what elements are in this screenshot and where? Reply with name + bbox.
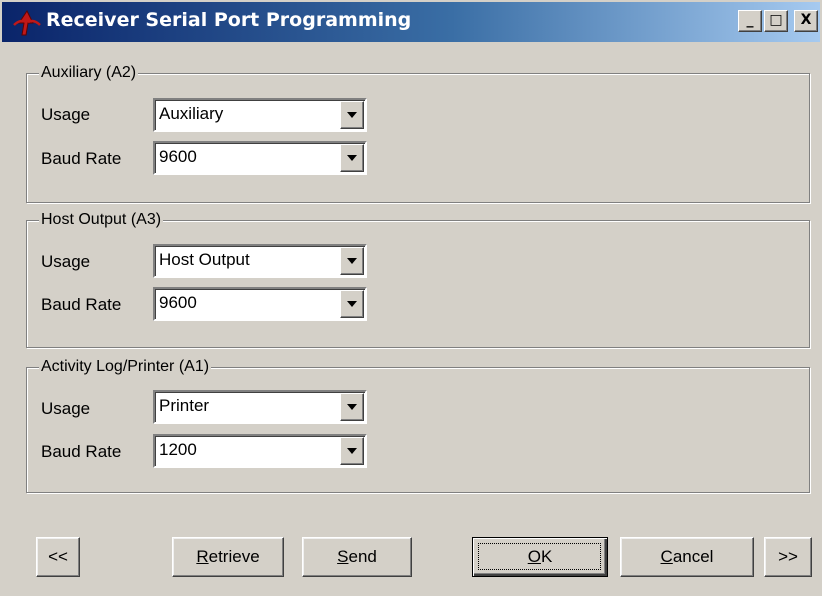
cancel-button[interactable]: Cancel <box>620 537 754 577</box>
previous-button[interactable]: << <box>36 537 80 577</box>
close-icon: X <box>800 12 812 28</box>
baud-rate-select[interactable]: 1200 <box>153 434 367 468</box>
cancel-label: ancel <box>672 547 714 566</box>
title-bar[interactable]: Receiver Serial Port Programming _ □ X <box>2 2 820 42</box>
group-title: Activity Log/Printer (A1) <box>39 357 212 377</box>
dropdown-button[interactable] <box>340 101 364 129</box>
send-label: end <box>348 547 377 566</box>
close-button[interactable]: X <box>794 10 818 32</box>
maximize-icon: □ <box>769 12 783 28</box>
ok-label: K <box>540 547 553 566</box>
baud-rate-select[interactable]: 9600 <box>153 287 367 321</box>
chevron-down-icon <box>347 301 357 307</box>
cancel-accel: C <box>660 547 673 566</box>
minimize-icon: _ <box>746 12 754 28</box>
send-button[interactable]: Send <box>302 537 412 577</box>
baud-rate-value: 1200 <box>159 440 197 459</box>
window-title: Receiver Serial Port Programming <box>46 9 412 31</box>
baud-rate-value: 9600 <box>159 147 197 166</box>
minimize-button[interactable]: _ <box>738 10 762 32</box>
usage-value: Auxiliary <box>159 104 224 123</box>
dropdown-button[interactable] <box>340 393 364 421</box>
ok-button[interactable]: OK <box>472 537 608 577</box>
group-activity-log-printer: Activity Log/Printer (A1) Usage Printer … <box>26 357 810 493</box>
receiver-app-icon <box>13 10 41 36</box>
previous-label: << <box>48 547 68 566</box>
baud-rate-label: Baud Rate <box>41 442 122 461</box>
group-title: Auxiliary (A2) <box>39 63 139 83</box>
next-label: >> <box>778 547 798 566</box>
dropdown-button[interactable] <box>340 247 364 275</box>
usage-select[interactable]: Printer <box>153 390 367 424</box>
usage-value: Printer <box>159 396 210 415</box>
baud-rate-label: Baud Rate <box>41 295 122 314</box>
next-button[interactable]: >> <box>764 537 812 577</box>
usage-select[interactable]: Host Output <box>153 244 367 278</box>
group-auxiliary: Auxiliary (A2) Usage Auxiliary Baud Rate… <box>26 63 810 203</box>
ok-accel: O <box>527 547 541 566</box>
retrieve-accel: R <box>196 547 209 566</box>
maximize-button[interactable]: □ <box>764 10 788 32</box>
baud-rate-value: 9600 <box>159 293 197 312</box>
baud-rate-label: Baud Rate <box>41 149 122 168</box>
baud-rate-select[interactable]: 9600 <box>153 141 367 175</box>
usage-label: Usage <box>41 399 91 418</box>
usage-label: Usage <box>41 252 91 271</box>
chevron-down-icon <box>347 155 357 161</box>
retrieve-button[interactable]: Retrieve <box>172 537 284 577</box>
usage-value: Host Output <box>159 250 250 269</box>
send-accel: S <box>337 547 349 566</box>
usage-select[interactable]: Auxiliary <box>153 98 367 132</box>
group-title: Host Output (A3) <box>39 210 164 230</box>
usage-label: Usage <box>41 105 91 124</box>
group-host-output: Host Output (A3) Usage Host Output Baud … <box>26 210 810 348</box>
chevron-down-icon <box>347 448 357 454</box>
retrieve-label: etrieve <box>208 547 260 566</box>
chevron-down-icon <box>347 404 357 410</box>
dropdown-button[interactable] <box>340 437 364 465</box>
chevron-down-icon <box>347 112 357 118</box>
dropdown-button[interactable] <box>340 290 364 318</box>
dropdown-button[interactable] <box>340 144 364 172</box>
dialog-window: Receiver Serial Port Programming _ □ X A… <box>0 0 822 596</box>
chevron-down-icon <box>347 258 357 264</box>
